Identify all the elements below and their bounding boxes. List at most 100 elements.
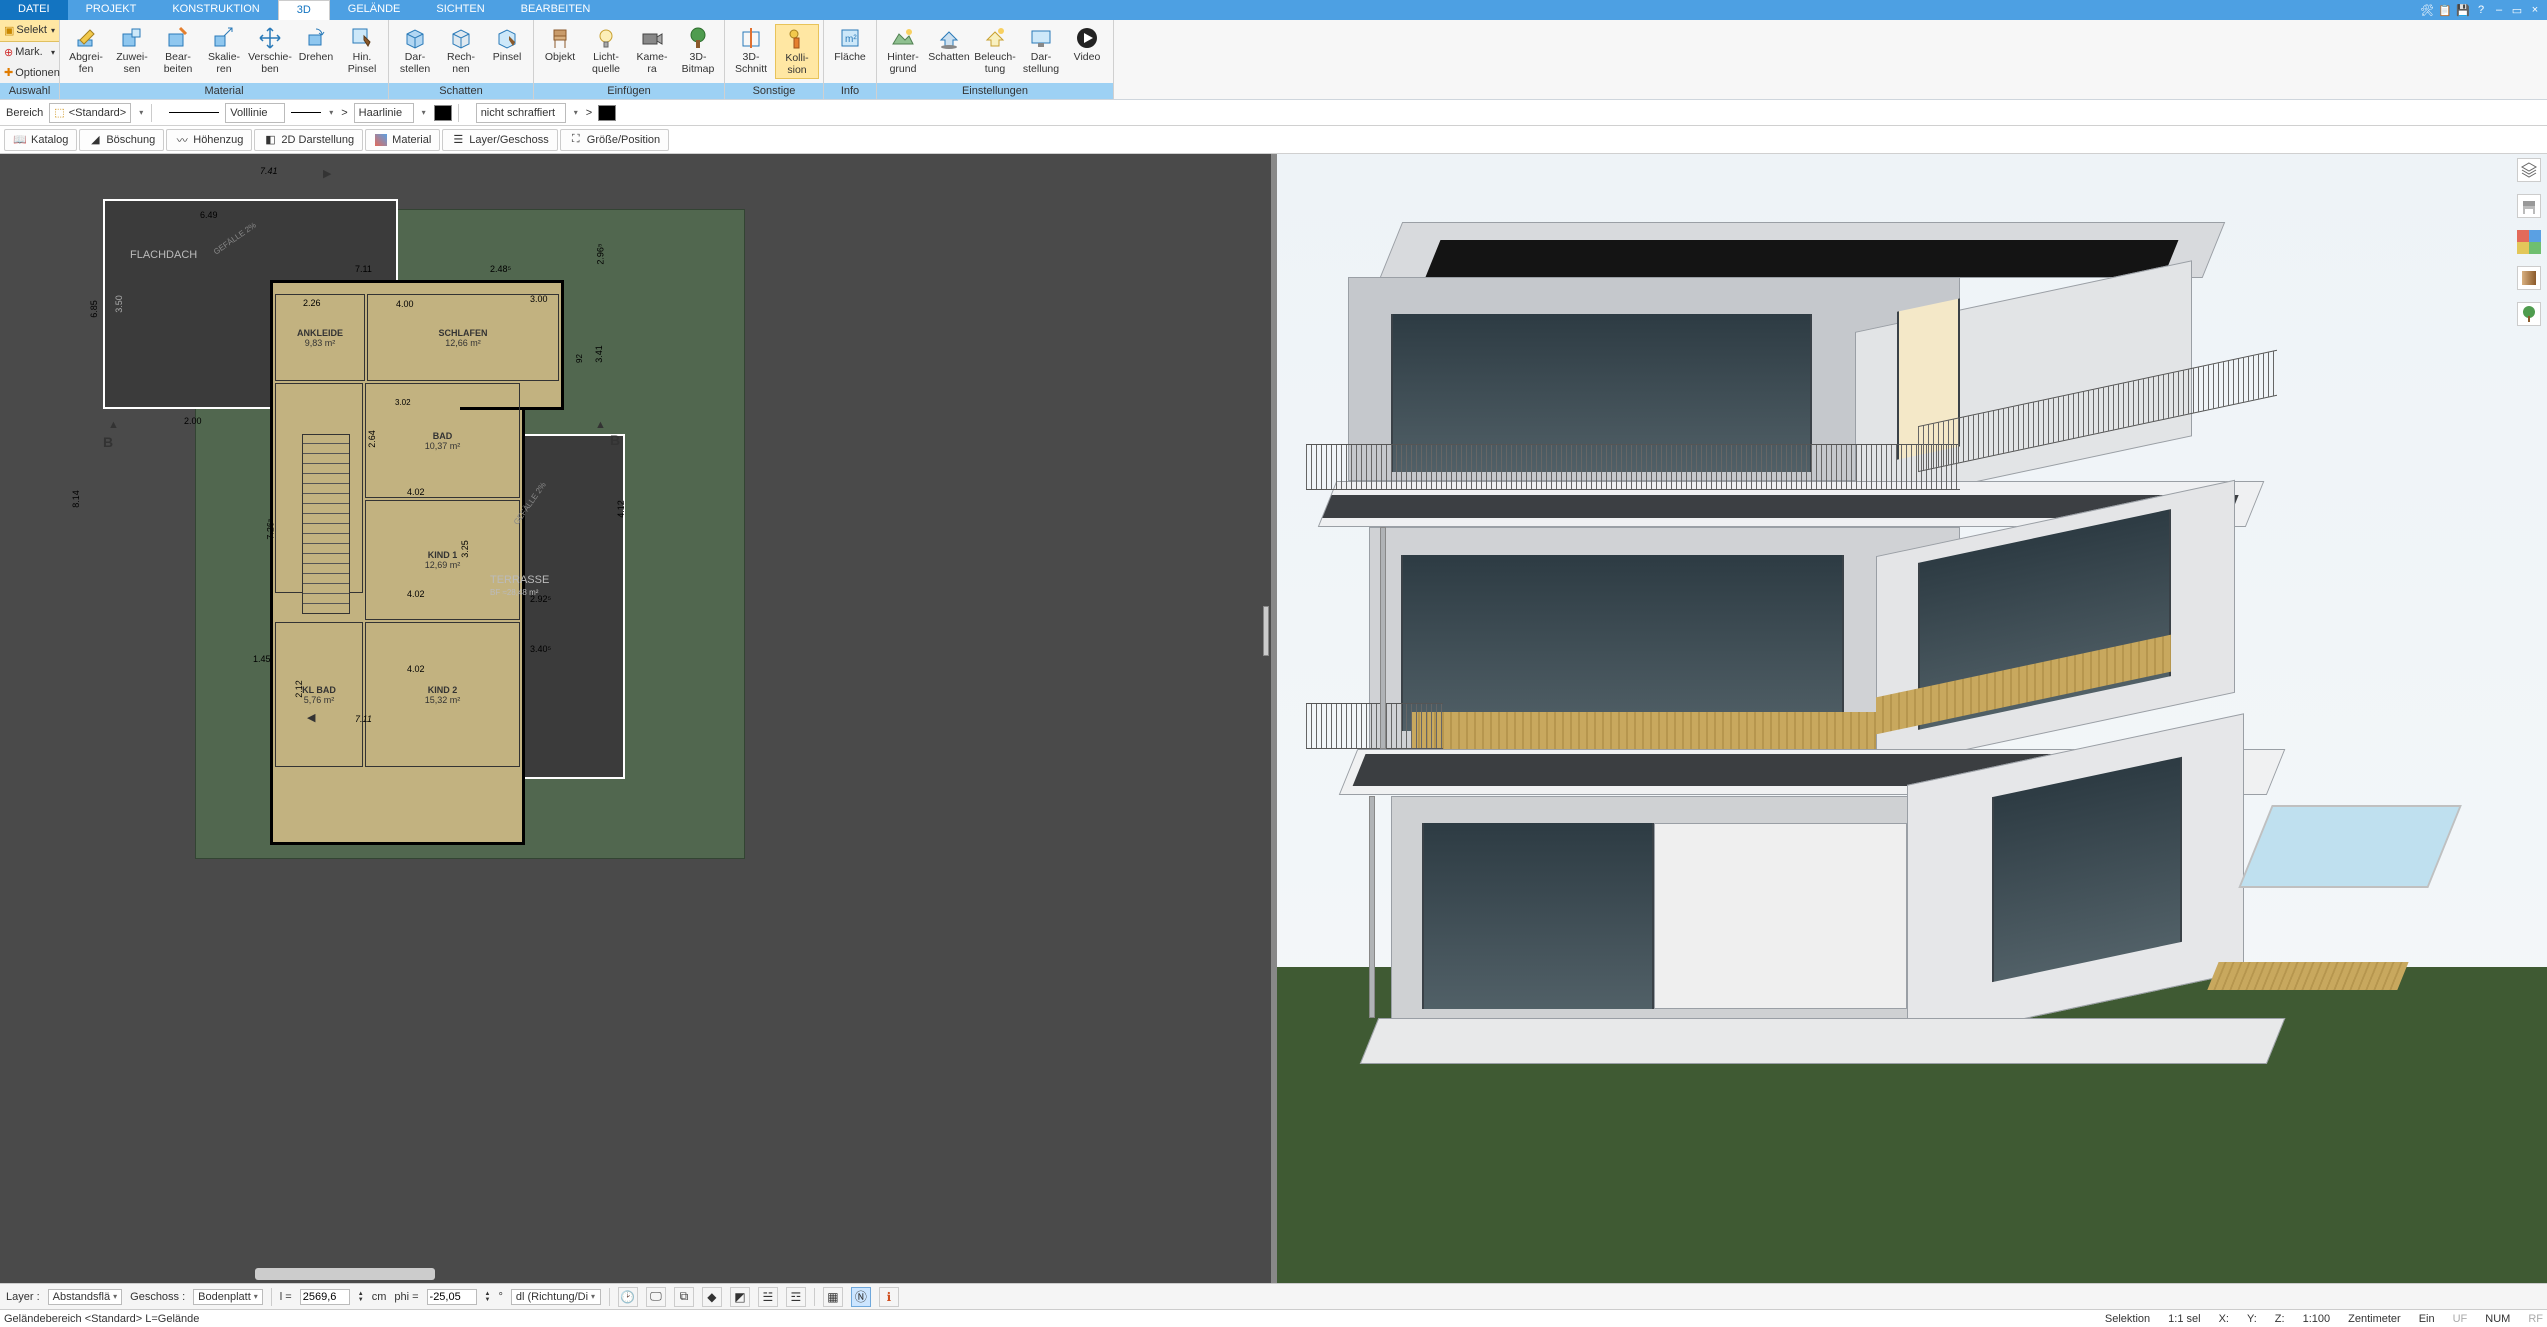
beleuchtung-button[interactable]: Beleuch-tung (973, 24, 1017, 77)
bearbeiten-button[interactable]: Bear-beiten (156, 24, 200, 77)
verschieben-button[interactable]: Verschie-ben (248, 24, 292, 77)
menu-bearbeiten[interactable]: BEARBEITEN (503, 0, 609, 20)
2d-view[interactable]: ANKLEIDE9,83 m² SCHLAFEN12,66 m² FLUR12,… (0, 154, 1271, 1283)
dim: 4.02 (407, 589, 425, 599)
2d-darstellung-button[interactable]: ◧2D Darstellung (254, 129, 363, 151)
geschoss-select[interactable]: Bodenplatt▾ (193, 1289, 263, 1305)
ribbon-group-sonstige: 3D-Schnitt Kolli-sion Sonstige (725, 20, 824, 99)
bottom-bar: Layer : Abstandsflä▾ Geschoss : Bodenpla… (0, 1283, 2547, 1309)
bereich-select[interactable]: ⬚<Standard> (49, 103, 131, 123)
length-input[interactable] (300, 1289, 350, 1305)
palette-furniture[interactable] (2517, 194, 2541, 218)
info2-button[interactable]: ℹ (879, 1287, 899, 1307)
flaeche-button[interactable]: m²Fläche (828, 24, 872, 66)
3d-view[interactable] (1275, 154, 2547, 1283)
katalog-button[interactable]: 📖Katalog (4, 129, 77, 151)
layer-geschoss-button[interactable]: ☰Layer/Geschoss (442, 129, 557, 151)
close-icon[interactable]: × (2527, 2, 2543, 18)
darstellung-button[interactable]: Dar-stellung (1019, 24, 1063, 77)
haarlinie-select[interactable]: Haarlinie (354, 103, 414, 123)
room-bad: BAD10,37 m² (365, 383, 520, 498)
clipboard-icon[interactable]: 📋 (2437, 2, 2453, 18)
hintergrund-pinsel-button[interactable]: Hin.Pinsel (340, 24, 384, 77)
hoehenzug-button[interactable]: 〰Höhenzug (166, 129, 252, 151)
mark-mode-button[interactable]: ⊕Mark.▾ (0, 42, 59, 63)
monitor-button[interactable]: 🖵 (646, 1287, 666, 1307)
groesse-position-button[interactable]: ⛶Größe/Position (560, 129, 669, 151)
boeschung-button[interactable]: ◢Böschung (79, 129, 164, 151)
pinsel-button[interactable]: Pinsel (485, 24, 529, 66)
menu-konstruktion[interactable]: KONSTRUKTION (154, 0, 277, 20)
abgreifen-button[interactable]: Abgrei-fen (64, 24, 108, 77)
north-button[interactable]: Ⓝ (851, 1287, 871, 1307)
lichtquelle-button[interactable]: Licht-quelle (584, 24, 628, 77)
section-mark-left: B (103, 434, 113, 450)
clock-button[interactable]: 🕑 (618, 1287, 638, 1307)
layers2-button[interactable]: ☱ (758, 1287, 778, 1307)
skalieren-button[interactable]: Skalie-ren (202, 24, 246, 77)
dim: 92 (575, 354, 584, 363)
dim: 2.00 (184, 416, 202, 426)
south-arrow: ◀ (307, 711, 315, 724)
objekt-button[interactable]: Objekt (538, 24, 582, 66)
dl-select[interactable]: dl (Richtung/Di▾ (511, 1289, 601, 1305)
kollision-button[interactable]: Kolli-sion (775, 24, 819, 79)
menu-gelaende[interactable]: GELÄNDE (330, 0, 419, 20)
menu-projekt[interactable]: PROJEKT (68, 0, 155, 20)
tool-icon[interactable]: 🛠 (2419, 2, 2435, 18)
section-mark-right: B (610, 432, 620, 448)
poly-button[interactable]: ◆ (702, 1287, 722, 1307)
drehen-button[interactable]: Drehen (294, 24, 338, 66)
menu-3d[interactable]: 3D (278, 0, 330, 20)
help-icon[interactable]: ? (2473, 2, 2489, 18)
cube-button[interactable]: ◩ (730, 1287, 750, 1307)
status-z: Z: (2275, 1313, 2285, 1325)
status-selektion: Selektion (2105, 1313, 2150, 1325)
group-button[interactable]: ⧉ (674, 1287, 694, 1307)
kamera-button[interactable]: Kame-ra (630, 24, 674, 77)
greater-icon[interactable]: > (586, 107, 592, 119)
linestyle-select[interactable]: Volllinie (225, 103, 285, 123)
room-klbad: KL BAD5,76 m² (275, 622, 363, 767)
darstellen-button[interactable]: Dar-stellen (393, 24, 437, 77)
dropdown-icon[interactable]: ▾ (137, 108, 145, 117)
status-x: X: (2219, 1313, 2229, 1325)
svg-text:m²: m² (845, 34, 857, 45)
video-button[interactable]: Video (1065, 24, 1109, 66)
zuweisen-button[interactable]: Zuwei-sen (110, 24, 154, 77)
layers3-button[interactable]: ☲ (786, 1287, 806, 1307)
dropdown-icon[interactable]: ▾ (572, 108, 580, 117)
3d-schnitt-button[interactable]: 3D-Schnitt (729, 24, 773, 77)
einstellungen-group-label: Einstellungen (877, 83, 1113, 99)
layer-select[interactable]: Abstandsflä▾ (48, 1289, 123, 1305)
dropdown-icon[interactable]: ▾ (327, 108, 335, 117)
palette-materials[interactable] (2517, 266, 2541, 290)
splitter-handle[interactable] (1263, 606, 1269, 656)
hintergrund-button[interactable]: Hinter-grund (881, 24, 925, 77)
material-button[interactable]: Material (365, 129, 440, 151)
palette-plants[interactable] (2517, 302, 2541, 326)
hatch-select[interactable]: nicht schraffiert (476, 103, 566, 123)
section-icon (739, 26, 763, 50)
phi-input[interactable] (427, 1289, 477, 1305)
rechnen-button[interactable]: Rech-nen (439, 24, 483, 77)
options-button[interactable]: ✚Optionen (0, 62, 59, 83)
palette-colors[interactable] (2517, 230, 2541, 254)
select-mode-button[interactable]: ▣Selekt▾ (0, 20, 59, 42)
dropdown-icon[interactable]: ▾ (420, 108, 428, 117)
chair-icon (548, 26, 572, 50)
color-swatch-1[interactable] (434, 105, 452, 121)
2d-scrollbar[interactable] (255, 1268, 435, 1280)
grid-button[interactable]: ▦ (823, 1287, 843, 1307)
palette-layers[interactable] (2517, 158, 2541, 182)
save-icon[interactable]: 💾 (2455, 2, 2471, 18)
menu-file[interactable]: DATEI (0, 0, 68, 20)
menu-sichten[interactable]: SICHTEN (418, 0, 502, 20)
minimize-icon[interactable]: – (2491, 2, 2507, 18)
restore-icon[interactable]: ▭ (2509, 2, 2525, 18)
greater-icon[interactable]: > (341, 107, 347, 119)
schatten-settings-button[interactable]: Schatten (927, 24, 971, 66)
3d-bitmap-button[interactable]: 3D-Bitmap (676, 24, 720, 77)
ribbon-group-einfuegen: Objekt Licht-quelle Kame-ra 3D-Bitmap Ei… (534, 20, 725, 99)
color-swatch-2[interactable] (598, 105, 616, 121)
